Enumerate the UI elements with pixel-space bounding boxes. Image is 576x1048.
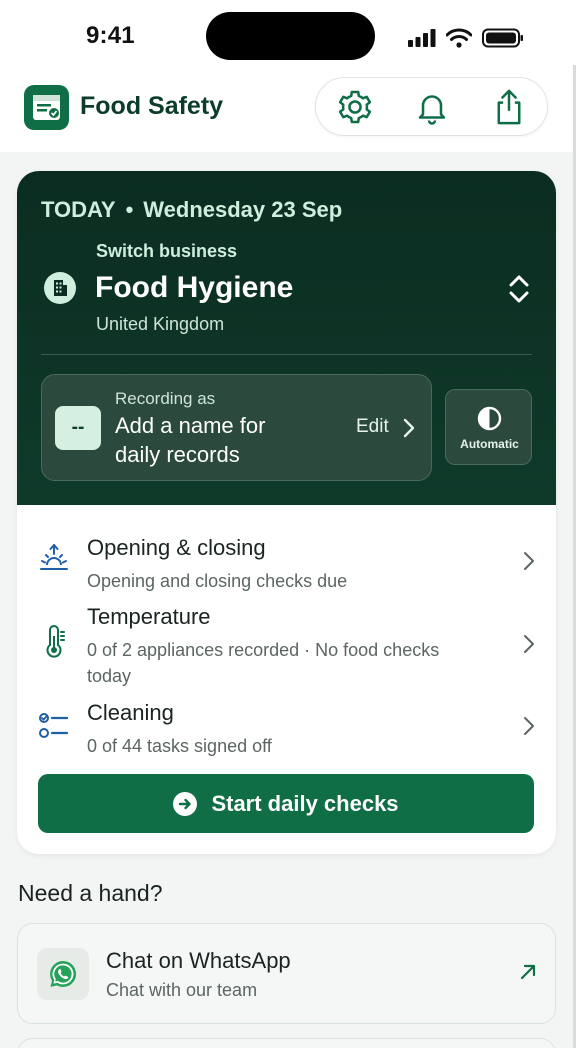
whatsapp-chat-card[interactable]: Chat on WhatsApp Chat with our team: [17, 923, 556, 1024]
whatsapp-subtitle: Chat with our team: [106, 980, 258, 1000]
chevron-right-icon: [524, 717, 534, 735]
check-title: Opening & closing: [87, 535, 266, 560]
chevron-right-icon: [524, 635, 534, 653]
signal-icon: [408, 29, 436, 47]
check-title: Cleaning: [87, 700, 174, 725]
app-title: Food Safety: [80, 92, 224, 120]
today-label: TODAY: [41, 197, 116, 222]
check-opening-closing[interactable]: Opening & closing Opening and closing ch…: [17, 535, 556, 595]
status-bar: 9:41: [0, 0, 576, 72]
recording-label: Recording as: [115, 389, 216, 408]
whatsapp-icon: [50, 960, 77, 987]
arrow-circle-right-icon: [173, 791, 198, 816]
business-country: United Kingdom: [96, 314, 225, 334]
building-icon: [44, 272, 76, 304]
panel-divider: [41, 354, 532, 355]
gear-icon: [338, 90, 371, 123]
status-icons: [408, 26, 524, 50]
dynamic-island: [206, 12, 375, 60]
switch-business-label[interactable]: Switch business: [96, 241, 237, 262]
next-help-card[interactable]: [17, 1038, 556, 1048]
sunrise-icon: [40, 544, 68, 570]
checklist-icon: [39, 713, 69, 738]
start-label: Start daily checks: [211, 790, 399, 816]
recording-as-button[interactable]: -- Recording as Add a name for daily rec…: [41, 374, 432, 481]
edit-label: Edit: [356, 416, 389, 437]
recording-value: Add a name for daily records: [115, 413, 266, 467]
header-actions: [315, 77, 548, 136]
today-date: Wednesday 23 Sep: [143, 197, 343, 222]
check-temperature[interactable]: Temperature 0 of 2 appliances recorded ·…: [17, 604, 556, 690]
date-separator: •: [125, 197, 134, 222]
business-panel: TODAY • Wednesday 23 Sep Switch business F…: [17, 171, 556, 505]
check-subtitle: 0 of 44 tasks signed off: [87, 736, 272, 756]
wifi-icon: [446, 28, 472, 48]
bell-icon: [418, 94, 445, 125]
whatsapp-title: Chat on WhatsApp: [106, 948, 291, 973]
chevron-right-icon: [403, 418, 415, 438]
business-name[interactable]: Food Hygiene: [95, 271, 293, 305]
battery-icon: [482, 28, 523, 48]
share-button[interactable]: [485, 83, 533, 131]
settings-button[interactable]: [331, 83, 379, 131]
notifications-button[interactable]: [408, 83, 456, 131]
today-card: TODAY • Wednesday 23 Sep Switch business F…: [17, 171, 556, 854]
chevron-up-down-icon[interactable]: [505, 273, 533, 305]
whatsapp-icon-box: [37, 948, 89, 1000]
recorder-avatar: --: [55, 406, 101, 450]
today-date-line: TODAY • Wednesday 23 Sep: [41, 197, 342, 223]
start-daily-checks-button[interactable]: Start daily checks: [38, 774, 534, 833]
share-icon: [497, 89, 520, 124]
thermometer-icon: [46, 625, 65, 658]
status-time: 9:41: [86, 22, 135, 49]
check-subtitle: 0 of 2 appliances recorded · No food che…: [87, 640, 440, 686]
theme-automatic-button[interactable]: Automatic: [445, 389, 532, 465]
arrow-up-right-icon: [520, 964, 536, 980]
app-logo: [24, 85, 69, 130]
chevron-right-icon: [524, 552, 534, 570]
check-subtitle: Opening and closing checks due: [87, 571, 348, 591]
theme-label: Automatic: [460, 437, 519, 451]
check-cleaning[interactable]: Cleaning 0 of 44 tasks signed off: [17, 700, 556, 760]
clipboard-check-icon: [33, 95, 60, 120]
app-header: Food Safety: [0, 72, 576, 152]
contrast-icon: [477, 406, 502, 431]
help-title: Need a hand?: [18, 880, 163, 906]
check-title: Temperature: [87, 604, 211, 629]
